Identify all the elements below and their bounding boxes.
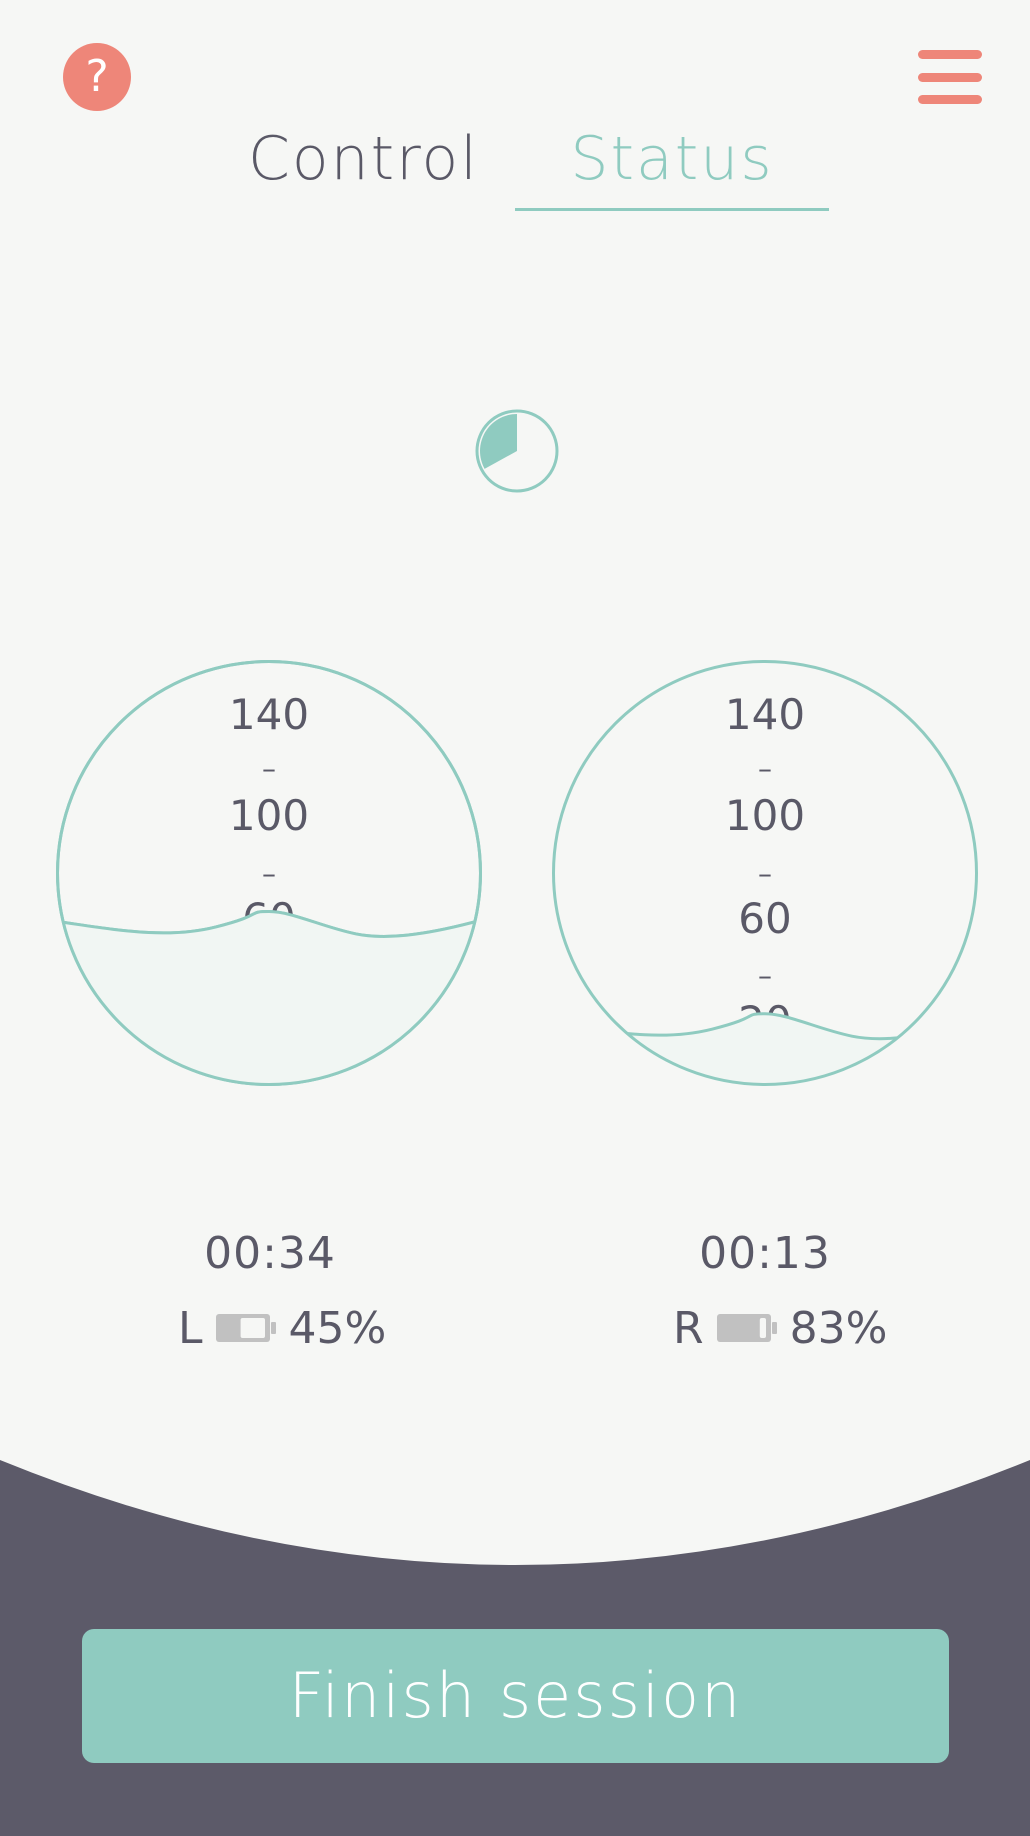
battery-left-empty-part — [240, 1318, 265, 1338]
right-elapsed-time: 00:13 — [699, 1228, 831, 1279]
gauge-right-tick: – — [758, 752, 772, 785]
gauge-left-tick: – — [262, 752, 276, 785]
gauge-right-tick: – — [758, 857, 772, 890]
menu-button[interactable] — [918, 50, 982, 104]
gauge-right-scale: 140 – 100 – 60 – 20 — [554, 662, 976, 1084]
tab-control[interactable]: Control — [248, 124, 479, 194]
hamburger-menu-icon-bar-middle — [918, 73, 982, 82]
gauge-right: 140 – 100 – 60 – 20 — [552, 660, 978, 1086]
left-side-label: L — [178, 1302, 203, 1354]
hamburger-menu-icon-bar-top — [918, 50, 982, 59]
tab-status[interactable]: Status — [515, 124, 829, 211]
gauge-right-label-60: 60 — [738, 894, 792, 943]
battery-icon — [716, 1314, 777, 1342]
gauge-left-label-60: 60 — [242, 894, 296, 943]
gauge-right-tick: – — [758, 959, 772, 992]
finish-session-button[interactable]: Finish session — [82, 1629, 949, 1763]
left-battery-percent: 45% — [288, 1302, 387, 1354]
help-button[interactable]: ? — [63, 43, 131, 111]
gauge-left: 140 – 100 – 60 — [56, 660, 482, 1086]
right-battery-status: R 83% — [673, 1300, 887, 1356]
gauge-left-scale: 140 – 100 – 60 — [58, 662, 480, 1084]
gauge-right-label-100: 100 — [724, 791, 806, 840]
timer-progress-slice — [480, 414, 517, 469]
tab-bar: Control Status — [0, 124, 1030, 224]
left-elapsed-time: 00:34 — [204, 1228, 336, 1279]
battery-icon — [215, 1314, 276, 1342]
gauge-left-tick: – — [262, 857, 276, 890]
battery-right-empty-part — [759, 1318, 766, 1338]
right-side-label: R — [673, 1302, 704, 1354]
hamburger-menu-icon-bar-bottom — [918, 95, 982, 104]
timer-pie-icon — [475, 409, 559, 493]
question-mark-icon: ? — [85, 51, 109, 102]
gauge-left-label-100: 100 — [228, 791, 310, 840]
right-battery-percent: 83% — [789, 1302, 888, 1354]
left-battery-status: L 45% — [178, 1300, 386, 1356]
